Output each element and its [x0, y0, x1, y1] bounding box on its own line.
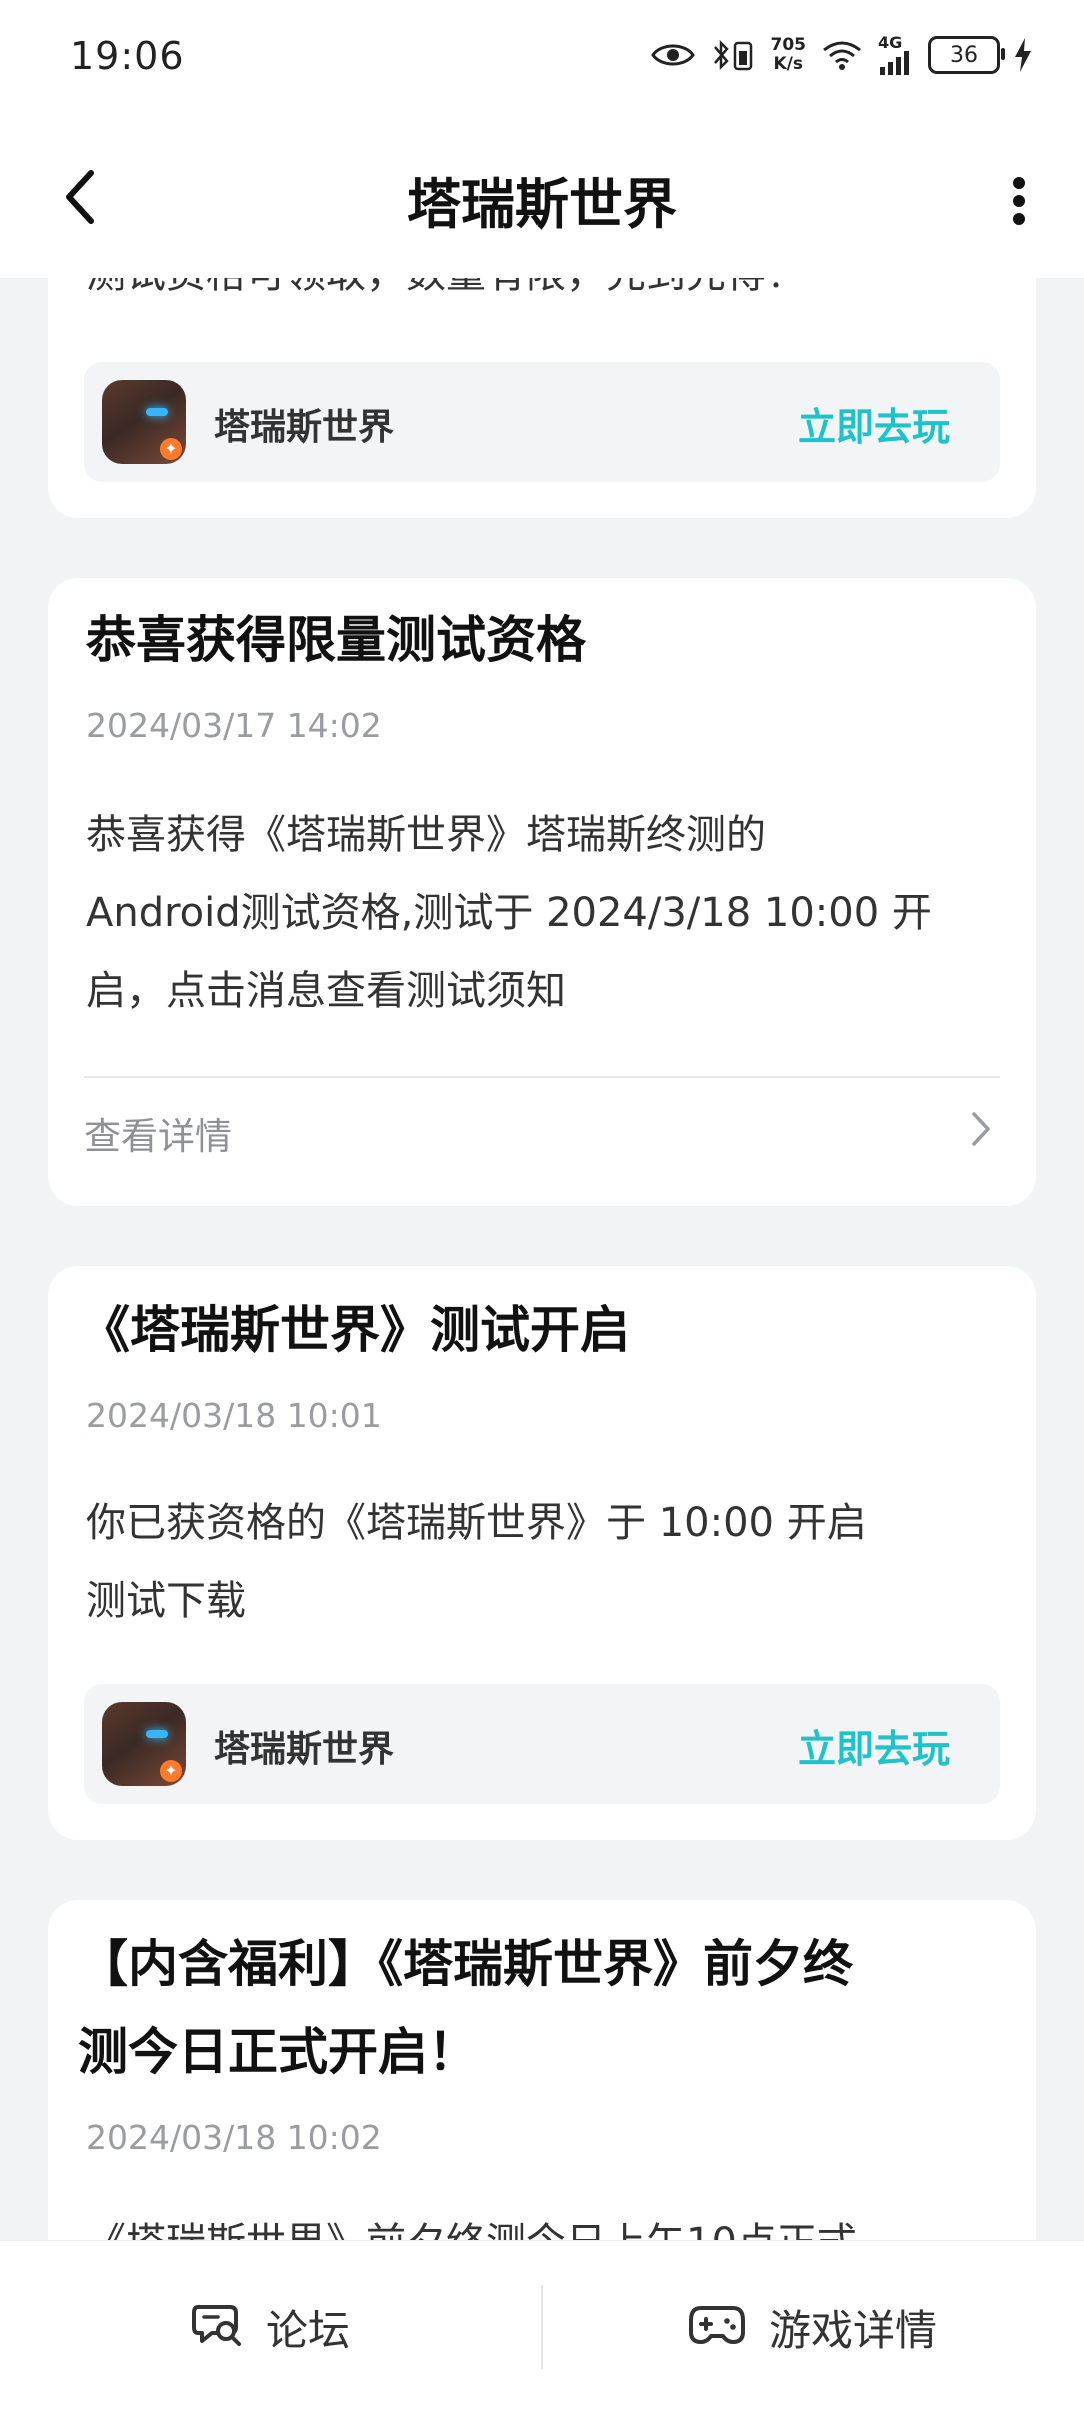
net-speed-unit: K/s [773, 54, 803, 74]
title-line: 【内含福利】《塔瑞斯世界》前夕终 [78, 1935, 853, 1993]
card-date: 2024/03/18 10:02 [86, 2118, 382, 2157]
gamepad-icon [688, 2304, 745, 2350]
message-card[interactable]: 《塔瑞斯世界》测试开启 2024/03/18 10:01 你已获资格的《塔瑞斯世… [48, 1266, 1036, 1840]
battery-indicator: 36 [928, 36, 1005, 74]
body-line: 恭喜获得《塔瑞斯世界》塔瑞斯终测的 [86, 812, 766, 858]
app-header: 塔瑞斯世界 [0, 116, 1084, 278]
card-title: 《塔瑞斯世界》测试开启 [80, 1301, 630, 1359]
cellular-signal-icon: 4G [878, 35, 914, 75]
status-time: 19:06 [70, 34, 185, 78]
card-body-text: 《塔瑞斯世界》前夕终测今日上午10点正式 [86, 2204, 998, 2240]
title-line: 测今日正式开启！ [78, 2023, 478, 2081]
message-feed[interactable]: 测试资格可领取，数量有限，先到先得！ ✦ 塔瑞斯世界 立即去玩 恭喜获得限量测试… [0, 0, 1084, 2240]
body-line: 启，点击消息查看测试须知 [86, 968, 566, 1014]
more-options-button[interactable] [994, 166, 1044, 236]
body-line: 你已获资格的《塔瑞斯世界》于 10:00 开启 [86, 1500, 867, 1546]
tab-game-details-label: 游戏详情 [768, 2305, 937, 2355]
game-name: 塔瑞斯世界 [214, 407, 395, 448]
view-details-link[interactable]: 查看详情 [84, 1080, 1000, 1180]
game-name: 塔瑞斯世界 [214, 1729, 395, 1770]
card-body-text: 你已获资格的《塔瑞斯世界》于 10:00 开启 测试下载 [86, 1484, 998, 1640]
tab-forum[interactable]: 论坛 [0, 2241, 542, 2413]
body-line: Android测试资格,测试于 2024/3/18 10:00 开 [86, 890, 932, 936]
status-bar: 19:06 705 K/s 4G 36 [0, 0, 1084, 116]
game-icon: ✦ [102, 380, 186, 464]
status-icons: 705 K/s 4G 36 [650, 30, 1033, 80]
card-title: 【内含福利】《塔瑞斯世界》前夕终 测今日正式开启！ [78, 1920, 998, 2096]
eye-icon [650, 40, 695, 70]
tab-forum-label: 论坛 [265, 2305, 350, 2355]
net-speed-value: 705 [770, 35, 807, 55]
message-card[interactable]: 恭喜获得限量测试资格 2024/03/17 14:02 恭喜获得《塔瑞斯世界》塔… [48, 578, 1036, 1206]
card-title: 恭喜获得限量测试资格 [86, 611, 586, 669]
card-date: 2024/03/18 10:01 [86, 1396, 382, 1435]
tab-game-details[interactable]: 游戏详情 [542, 2241, 1084, 2413]
game-entry[interactable]: ✦ 塔瑞斯世界 立即去玩 [84, 362, 1000, 482]
body-line: 测试下载 [86, 1578, 246, 1624]
play-now-link[interactable]: 立即去玩 [798, 1718, 950, 1773]
card-date: 2024/03/17 14:02 [86, 706, 382, 745]
charging-icon [1014, 38, 1032, 72]
network-type: 4G [878, 33, 903, 52]
more-vertical-icon [1013, 177, 1025, 225]
bottom-bar: 论坛 游戏详情 [0, 2240, 1084, 2413]
play-now-link[interactable]: 立即去玩 [798, 396, 950, 451]
game-icon: ✦ [102, 1702, 186, 1786]
card-body-text: 恭喜获得《塔瑞斯世界》塔瑞斯终测的 Android测试资格,测试于 2024/3… [86, 796, 998, 1030]
view-details-label: 查看详情 [84, 1115, 232, 1158]
chevron-right-icon [970, 1110, 992, 1152]
chat-search-icon [191, 2301, 242, 2353]
network-speed: 705 K/s [771, 36, 807, 74]
bluetooth-battery-icon [709, 37, 757, 73]
divider [84, 1076, 1000, 1078]
message-card[interactable]: 【内含福利】《塔瑞斯世界》前夕终 测今日正式开启！ 2024/03/18 10:… [48, 1900, 1036, 2240]
game-entry[interactable]: ✦ 塔瑞斯世界 立即去玩 [84, 1684, 1000, 1804]
wifi-icon [820, 38, 864, 72]
page-title: 塔瑞斯世界 [407, 173, 677, 236]
